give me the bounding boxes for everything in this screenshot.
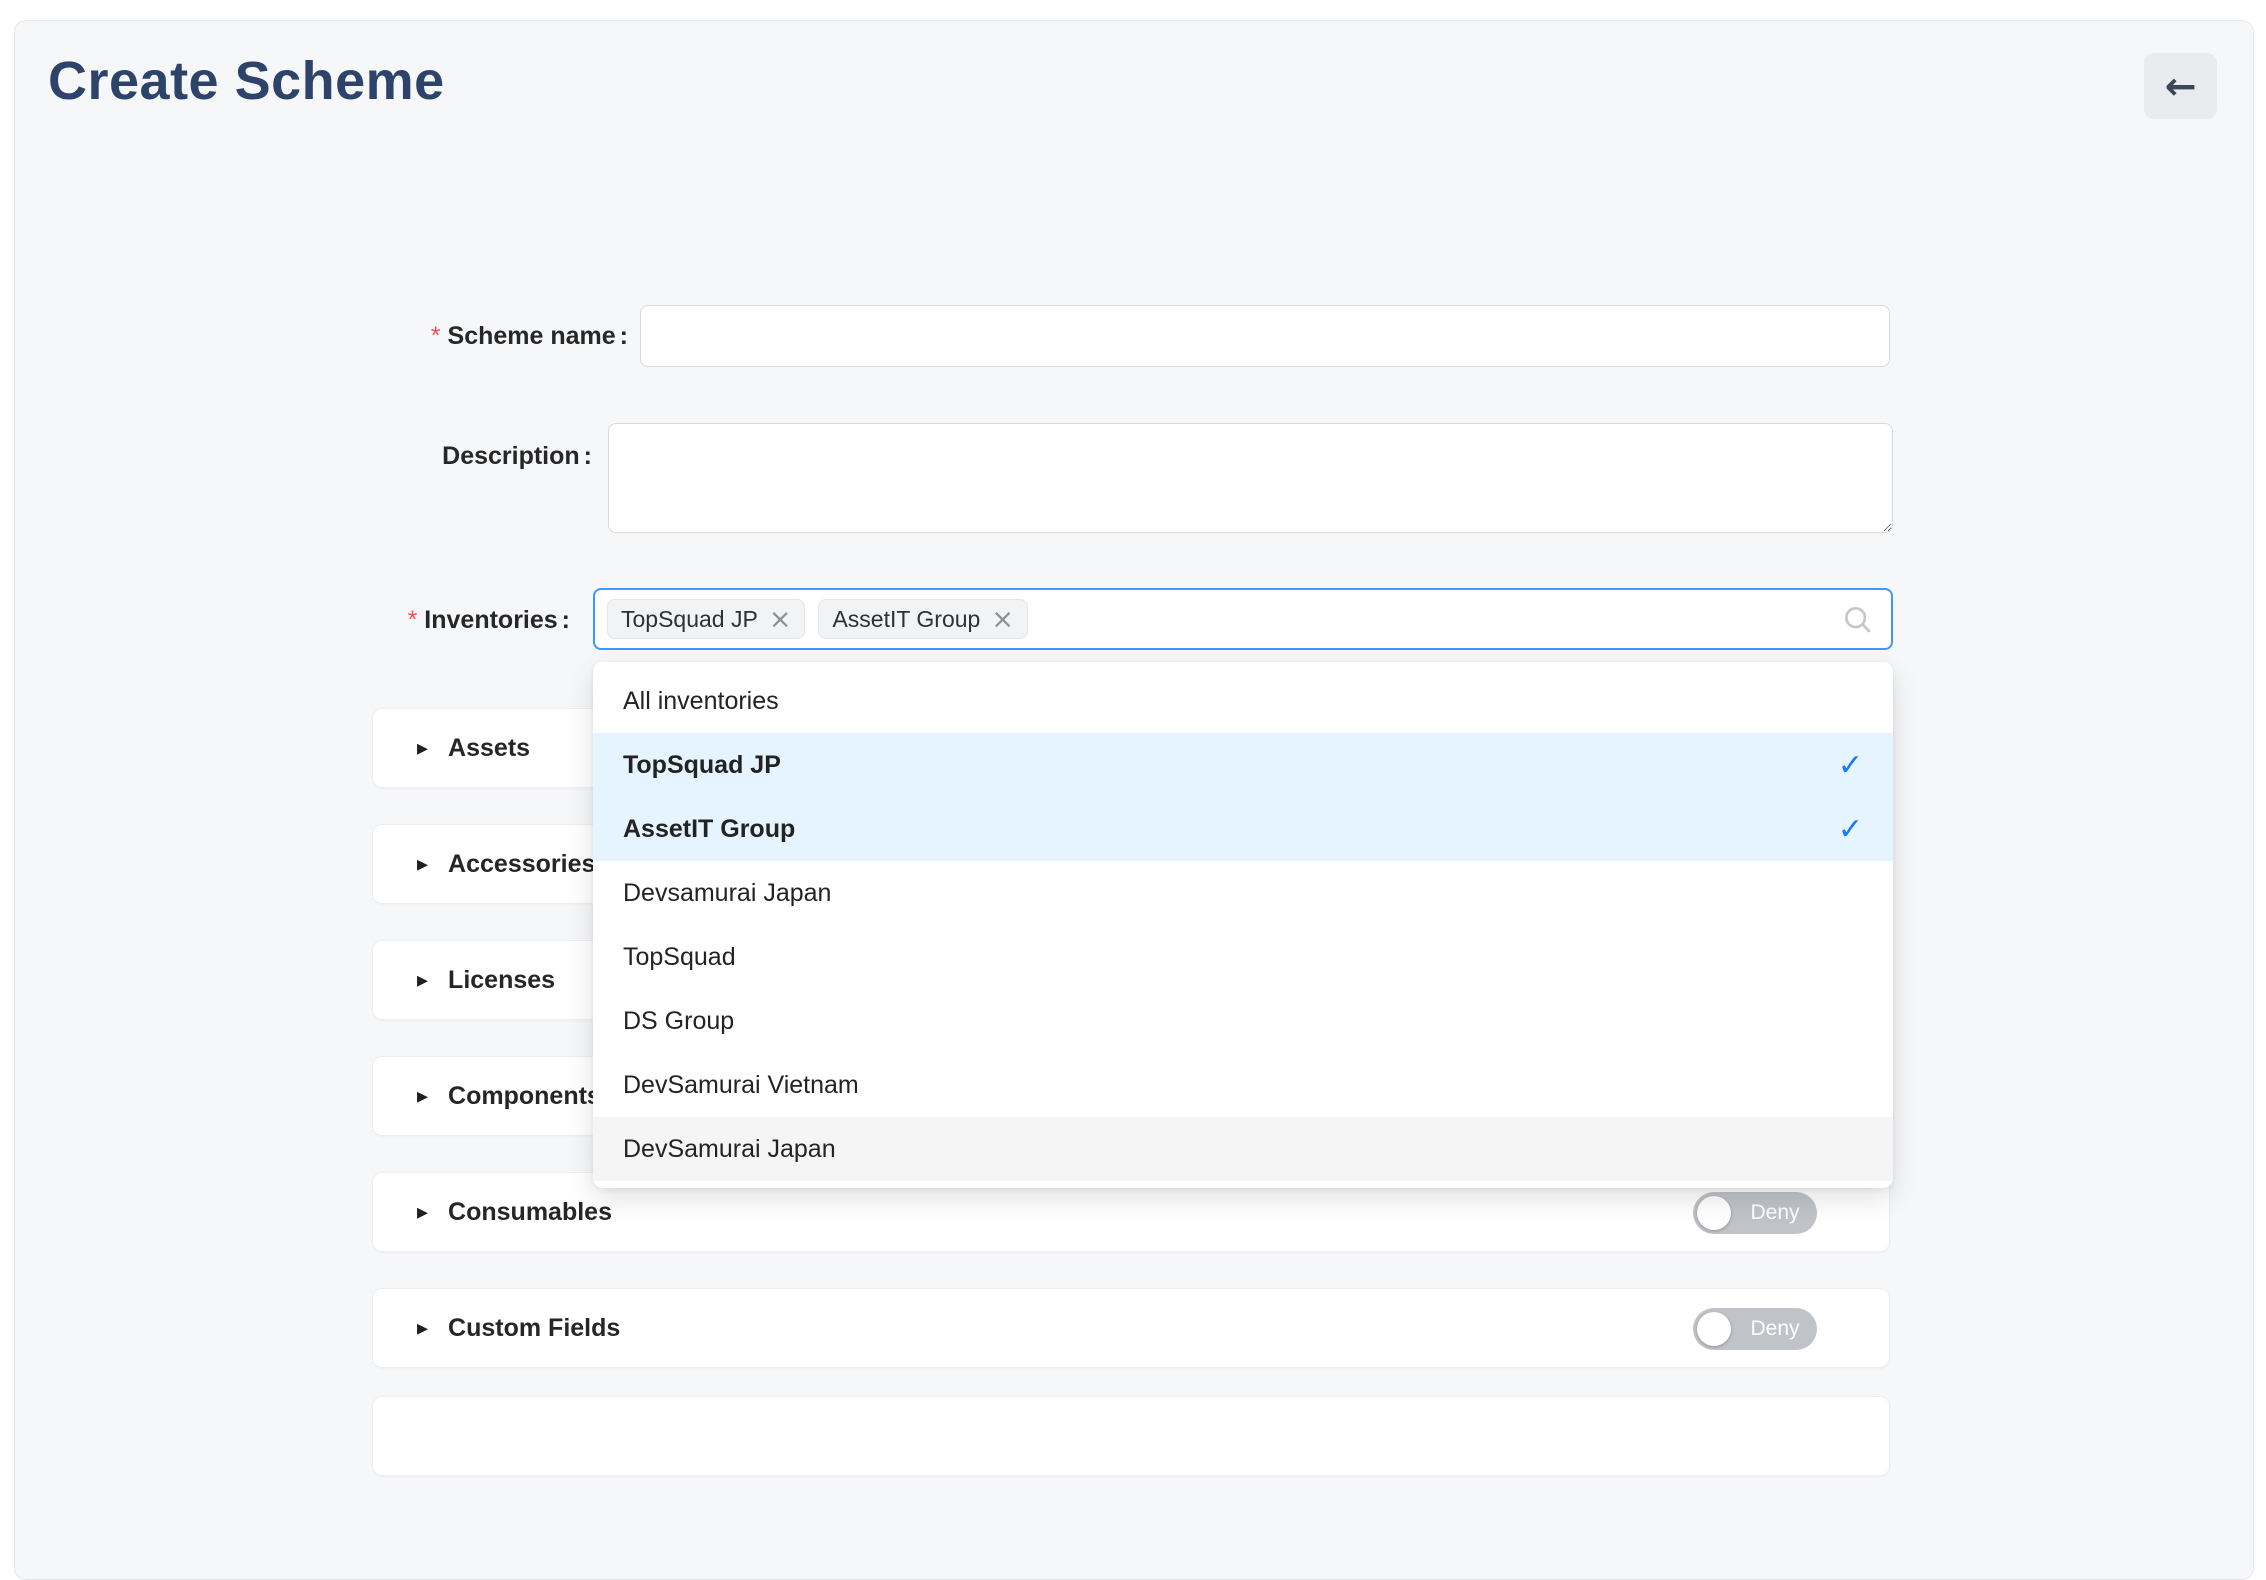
description-label: Description:: [0, 442, 592, 471]
caret-right-icon: ▸: [417, 1200, 428, 1225]
inventories-multiselect[interactable]: TopSquad JP × AssetIT Group ×: [593, 588, 1893, 650]
check-icon: ✓: [1838, 812, 1863, 847]
description-textarea[interactable]: [608, 423, 1893, 533]
deny-toggle[interactable]: Deny: [1693, 1192, 1817, 1234]
page-title: Create Scheme: [48, 50, 445, 112]
inventories-label: *Inventories:: [0, 606, 570, 635]
toggle-label: Deny: [1739, 1308, 1811, 1350]
panel-label: Components: [448, 1082, 601, 1111]
selected-tag: AssetIT Group ×: [818, 599, 1028, 639]
panel-label: Licenses: [448, 966, 555, 995]
back-arrow-icon: ←: [2165, 67, 2197, 105]
dropdown-option-all-inventories[interactable]: All inventories: [593, 669, 1893, 733]
toggle-knob: [1697, 1196, 1731, 1230]
panel-label: Accessories: [448, 850, 595, 879]
inventories-dropdown: All inventories TopSquad JP ✓ AssetIT Gr…: [593, 662, 1893, 1188]
toggle-label: Deny: [1739, 1192, 1811, 1234]
caret-right-icon: ▸: [417, 968, 428, 993]
panel-partial: [372, 1396, 1890, 1476]
panel-label: Consumables: [448, 1198, 612, 1227]
dropdown-option-ds-group[interactable]: DS Group: [593, 989, 1893, 1053]
tag-label: TopSquad JP: [621, 606, 758, 633]
tag-label: AssetIT Group: [832, 606, 980, 633]
dropdown-option-topsquad-jp[interactable]: TopSquad JP ✓: [593, 733, 1893, 797]
dropdown-option-topsquad[interactable]: TopSquad: [593, 925, 1893, 989]
required-mark: *: [408, 606, 418, 634]
check-icon: ✓: [1838, 748, 1863, 783]
scheme-name-label: *Scheme name:: [0, 322, 628, 351]
remove-tag-icon[interactable]: ×: [769, 606, 792, 633]
caret-right-icon: ▸: [417, 852, 428, 877]
panel-custom-fields[interactable]: ▸ Custom Fields Deny: [372, 1288, 1890, 1368]
back-button[interactable]: ←: [2144, 53, 2217, 119]
panel-label: Custom Fields: [448, 1314, 620, 1343]
caret-right-icon: ▸: [417, 1316, 428, 1341]
deny-toggle[interactable]: Deny: [1693, 1308, 1817, 1350]
scheme-name-input[interactable]: [640, 305, 1890, 367]
required-mark: *: [431, 322, 441, 350]
selected-tag: TopSquad JP ×: [607, 599, 805, 639]
dropdown-option-assetit-group[interactable]: AssetIT Group ✓: [593, 797, 1893, 861]
toggle-knob: [1697, 1312, 1731, 1346]
remove-tag-icon[interactable]: ×: [991, 606, 1014, 633]
search-icon: [1841, 603, 1873, 635]
panel-label: Assets: [448, 734, 530, 763]
dropdown-option-devsamurai-japan[interactable]: Devsamurai Japan: [593, 861, 1893, 925]
dropdown-option-devsamurai-vietnam[interactable]: DevSamurai Vietnam: [593, 1053, 1893, 1117]
caret-right-icon: ▸: [417, 1084, 428, 1109]
dropdown-option-devsamurai-japan-2[interactable]: DevSamurai Japan: [593, 1117, 1893, 1181]
caret-right-icon: ▸: [417, 736, 428, 761]
